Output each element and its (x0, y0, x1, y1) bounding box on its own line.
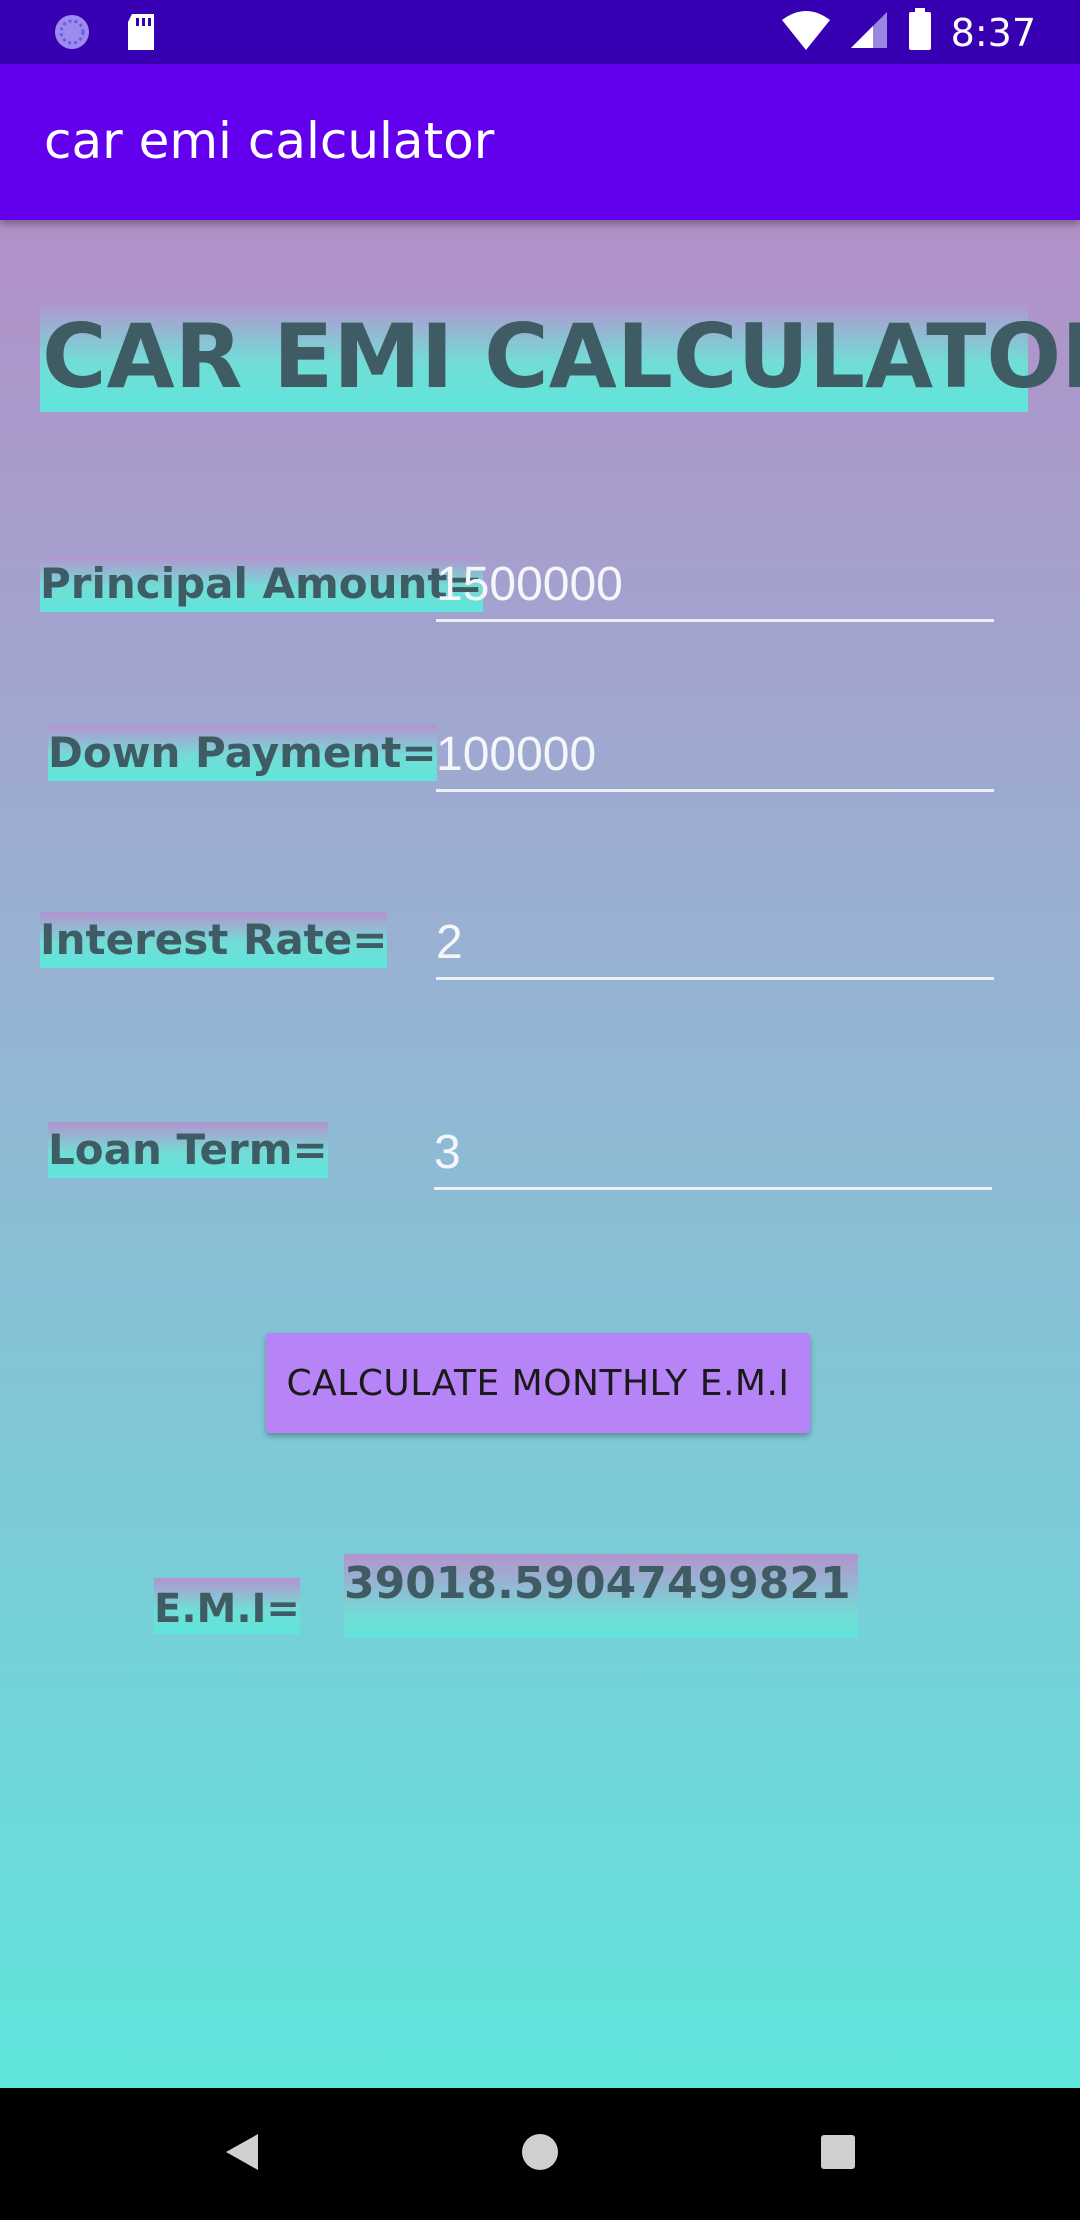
back-icon (224, 2132, 260, 2177)
loan-term-label: Loan Term= (48, 1122, 328, 1178)
interest-rate-label: Interest Rate= (40, 912, 388, 968)
app-bar: car emi calculator (0, 64, 1080, 220)
page-title: CAR EMI CALCULATOR (40, 302, 1080, 412)
principal-label: Principal Amount= (40, 556, 483, 612)
home-icon (520, 2132, 560, 2177)
sync-icon (52, 12, 92, 57)
down-payment-input[interactable] (436, 720, 994, 792)
battery-icon (907, 8, 933, 57)
sd-card-icon (124, 12, 158, 57)
principal-input[interactable] (436, 550, 994, 622)
calculate-emi-button[interactable]: CALCULATE MONTHLY E.M.I (266, 1333, 810, 1433)
status-time: 8:37 (950, 10, 1036, 55)
navigation-bar (0, 2088, 1080, 2220)
app-title: car emi calculator (44, 112, 495, 170)
down-payment-label: Down Payment= (48, 725, 437, 781)
loan-term-input[interactable] (434, 1118, 992, 1190)
emi-label: E.M.I= (154, 1578, 300, 1634)
recents-icon (820, 2134, 856, 2175)
wifi-icon (781, 10, 831, 55)
screen: 8:37 car emi calculator CAR EMI CALCULAT… (0, 0, 1080, 2220)
interest-rate-input[interactable] (436, 908, 994, 980)
home-button[interactable] (470, 2088, 610, 2220)
main-content: CAR EMI CALCULATOR Principal Amount= Dow… (0, 220, 1080, 2088)
recents-button[interactable] (768, 2088, 908, 2220)
emi-result: 39018.59047499821 (344, 1554, 858, 1638)
signal-icon (849, 10, 889, 55)
back-button[interactable] (172, 2088, 312, 2220)
status-bar: 8:37 (0, 0, 1080, 64)
